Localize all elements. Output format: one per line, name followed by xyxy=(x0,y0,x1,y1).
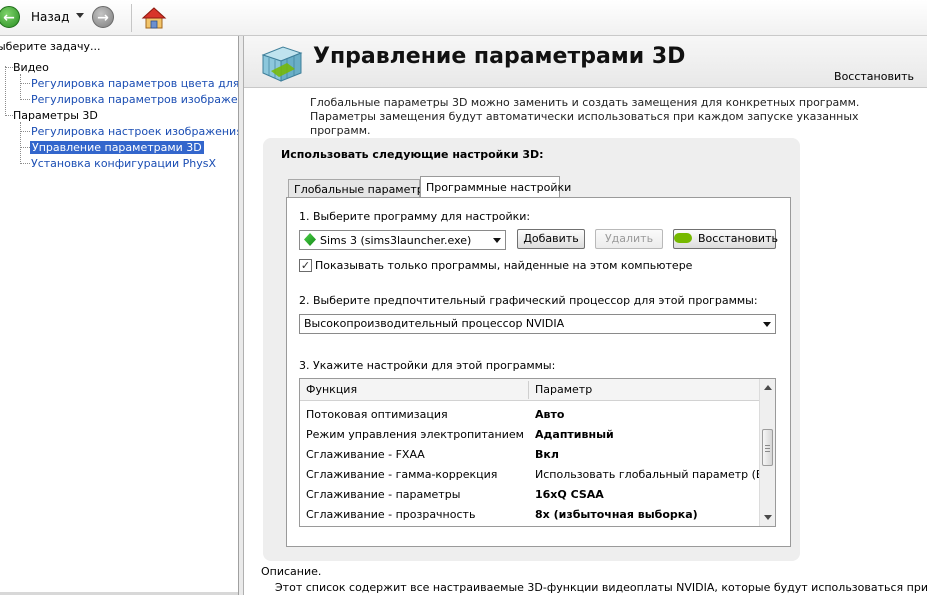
description-label: Описание. xyxy=(261,565,322,578)
back-dropdown-arrow-icon[interactable] xyxy=(76,13,84,18)
program-select[interactable]: Sims 3 (sims3launcher.exe) xyxy=(299,230,506,250)
restore-program-button[interactable]: Восстановить xyxy=(673,229,778,249)
setting-function: Режим управления электропитанием xyxy=(306,428,524,441)
setting-value[interactable]: Использовать глобальный параметр (Вкл) xyxy=(535,468,775,481)
settings-heading: Использовать следующие настройки 3D: xyxy=(281,148,544,161)
task-tree-panel: ыберите задачу... Видео Регулировка пара… xyxy=(0,36,239,595)
restore-defaults-link[interactable]: Восстановить xyxy=(834,70,914,83)
setting-function: Сглаживание - прозрачность xyxy=(306,508,476,521)
table-row[interactable]: Режим управления электропитанием Адаптивн… xyxy=(300,425,760,445)
table-row[interactable]: Сглаживание - прозрачность 8x (избыточная… xyxy=(300,505,760,525)
setting-value[interactable]: Вкл xyxy=(535,448,559,461)
tree-line xyxy=(20,163,30,164)
content-panel: Управление параметрами 3D Восстановить Г… xyxy=(244,36,927,595)
toolbar-separator xyxy=(131,4,132,32)
tree-item-physx[interactable]: Установка конфигурации PhysX xyxy=(31,157,216,170)
setting-function: Сглаживание - гамма-коррекция xyxy=(306,468,498,481)
setting-value[interactable]: Авто xyxy=(535,408,564,421)
nvidia-logo-icon xyxy=(674,233,692,243)
column-separator[interactable] xyxy=(528,381,529,399)
grid-header: Функция Параметр xyxy=(300,379,760,401)
step3-label: 3. Укажите настройки для этой программы: xyxy=(299,359,556,372)
table-row[interactable]: Сглаживание - FXAA Вкл xyxy=(300,445,760,465)
scroll-down-arrow-icon[interactable] xyxy=(764,515,772,520)
chevron-down-icon xyxy=(493,238,501,243)
grip-line xyxy=(765,451,770,452)
tree-line xyxy=(20,83,30,84)
step2-label: 2. Выберите предпочтительный графический… xyxy=(299,294,758,307)
scroll-up-arrow-icon[interactable] xyxy=(764,385,772,390)
tree-line xyxy=(5,115,13,116)
tab-global-settings[interactable]: Глобальные параметры xyxy=(288,179,432,198)
setting-function: Потоковая оптимизация xyxy=(306,408,448,421)
setting-function: Сглаживание - параметры xyxy=(306,488,461,501)
step1-label: 1. Выберите программу для настройки: xyxy=(299,210,531,223)
gpu-select-value: Высокопроизводительный процессор NVIDIA xyxy=(304,317,565,330)
tree-line xyxy=(20,147,30,148)
tree-item-color-settings[interactable]: Регулировка параметров цвета для вид xyxy=(31,77,238,90)
tree-line xyxy=(20,74,21,100)
tree-item-image-settings[interactable]: Регулировка параметров изображения д xyxy=(31,93,238,106)
table-row[interactable]: Сглаживание - гамма-коррекция Использоват… xyxy=(300,465,775,485)
grip-line xyxy=(765,445,770,446)
sims-plumbob-icon xyxy=(304,233,316,246)
back-button-label[interactable]: Назад xyxy=(31,10,69,24)
page-header: Управление параметрами 3D Восстановить xyxy=(244,36,927,88)
3d-cube-icon xyxy=(261,46,303,82)
tree-item-manage-3d[interactable]: Управление параметрами 3D xyxy=(30,141,204,154)
description-text: Этот список содержит все настраиваемые 3… xyxy=(275,581,927,594)
toolbar: ← Назад → xyxy=(0,0,927,36)
tree-line xyxy=(20,122,21,164)
show-only-found-checkbox[interactable]: ✓ xyxy=(299,259,312,272)
grid-scrollbar[interactable] xyxy=(759,379,775,526)
back-arrow-icon[interactable]: ← xyxy=(0,6,20,28)
grip-line xyxy=(765,448,770,449)
restore-program-button-label: Восстановить xyxy=(698,232,778,245)
show-only-found-label[interactable]: Показывать только программы, найденные н… xyxy=(315,259,692,272)
tree-line xyxy=(20,131,30,132)
tree-item-image-preview[interactable]: Регулировка настроек изображения с пр xyxy=(31,125,238,138)
remove-program-button[interactable]: Удалить xyxy=(595,229,663,249)
home-icon[interactable] xyxy=(141,5,167,31)
tree-line xyxy=(20,99,30,100)
setting-value[interactable]: 8x (избыточная выборка) xyxy=(535,508,698,521)
forward-arrow-icon[interactable]: → xyxy=(92,6,114,28)
setting-function: Сглаживание - FXAA xyxy=(306,448,425,461)
tree-category-video[interactable]: Видео xyxy=(13,61,49,74)
tab-program-settings[interactable]: Программные настройки xyxy=(420,176,571,198)
tree-category-3d[interactable]: Параметры 3D xyxy=(13,109,98,122)
column-header-value[interactable]: Параметр xyxy=(535,383,592,396)
chevron-down-icon xyxy=(763,322,771,327)
intro-text: Глобальные параметры 3D можно заменить и… xyxy=(310,96,860,137)
scrollbar-thumb[interactable] xyxy=(762,429,773,466)
tree-line xyxy=(5,67,13,68)
tree-line xyxy=(5,66,6,116)
column-header-function[interactable]: Функция xyxy=(306,383,357,396)
task-tree-title: ыберите задачу... xyxy=(0,40,101,53)
page-title: Управление параметрами 3D xyxy=(313,44,686,69)
setting-value[interactable]: Адаптивный xyxy=(535,428,614,441)
program-select-value: Sims 3 (sims3launcher.exe) xyxy=(320,234,472,247)
settings-box: Использовать следующие настройки 3D: Гло… xyxy=(263,138,800,561)
settings-grid: Функция Параметр Потоковая оптимизация Ав… xyxy=(299,378,776,527)
table-row[interactable]: Потоковая оптимизация Авто xyxy=(300,405,760,425)
table-row[interactable]: Сглаживание - параметры 16xQ CSAA xyxy=(300,485,760,505)
program-settings-panel: 1. Выберите программу для настройки: Sim… xyxy=(286,197,791,547)
setting-value[interactable]: 16xQ CSAA xyxy=(535,488,604,501)
add-program-button[interactable]: Добавить xyxy=(517,229,585,249)
gpu-select[interactable]: Высокопроизводительный процессор NVIDIA xyxy=(299,314,776,334)
